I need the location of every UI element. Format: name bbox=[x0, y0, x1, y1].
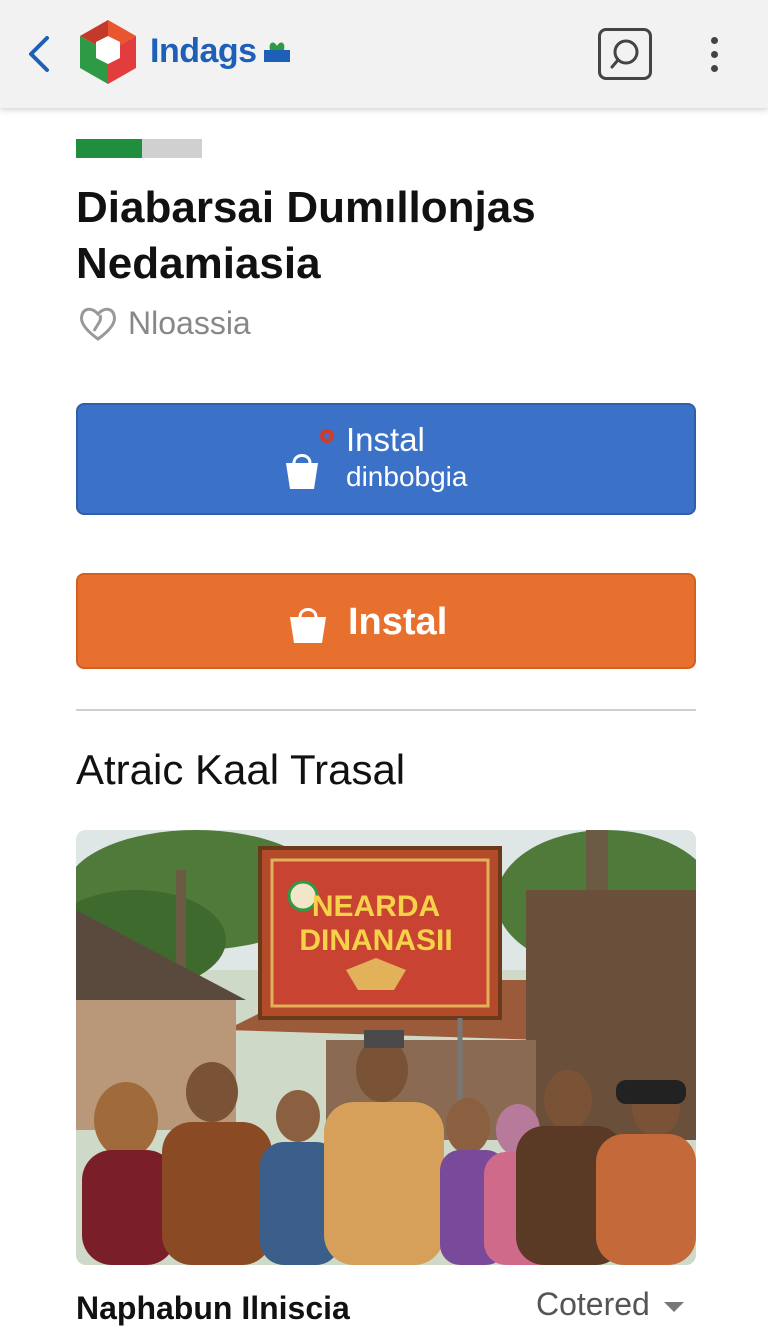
progress-bar bbox=[76, 139, 202, 158]
leaf-icon bbox=[264, 42, 290, 62]
event-photo[interactable]: NEARDA DINANASII bbox=[76, 830, 696, 1265]
back-button[interactable] bbox=[20, 30, 56, 78]
shopping-bag-icon bbox=[286, 454, 318, 489]
banner-text: NEARDA bbox=[312, 890, 440, 923]
banner-text: DINANASII bbox=[299, 924, 452, 957]
sort-dropdown[interactable]: Cotered bbox=[536, 1286, 684, 1323]
footer-label: Naphabun Ilniscia bbox=[76, 1290, 350, 1326]
install-label: Instal bbox=[346, 421, 425, 458]
location-label: Nloassia bbox=[128, 304, 251, 341]
progress-fill bbox=[76, 139, 142, 158]
more-vertical-icon[interactable] bbox=[700, 30, 728, 78]
page-title: Diabarsai Dumıllonjas Nedamiasia bbox=[76, 183, 536, 288]
app-logo bbox=[80, 20, 136, 84]
install-sublabel: dinbobgia bbox=[346, 461, 468, 492]
chevron-down-icon bbox=[663, 1301, 684, 1312]
section-title: Atraic Kaal Trasal bbox=[76, 746, 406, 793]
chevron-left-icon bbox=[29, 36, 49, 72]
install-button-primary[interactable]: Instal dinbobgia bbox=[76, 403, 696, 515]
heart-icon bbox=[80, 307, 116, 341]
install-label: Instal bbox=[348, 601, 448, 643]
brand-name: Indags bbox=[150, 32, 257, 70]
gear-icon bbox=[320, 429, 334, 443]
location-row: Nloassia bbox=[76, 303, 251, 343]
shopping-bag-icon bbox=[290, 608, 326, 643]
divider bbox=[76, 709, 696, 711]
install-button-secondary[interactable]: Instal bbox=[76, 573, 696, 669]
event-photo-illustration: NEARDA DINANASII bbox=[76, 830, 696, 1265]
app-bar: Indags bbox=[0, 0, 768, 108]
search-button[interactable] bbox=[598, 28, 652, 80]
sort-dropdown-value: Cotered bbox=[536, 1286, 650, 1322]
search-icon bbox=[610, 39, 639, 69]
